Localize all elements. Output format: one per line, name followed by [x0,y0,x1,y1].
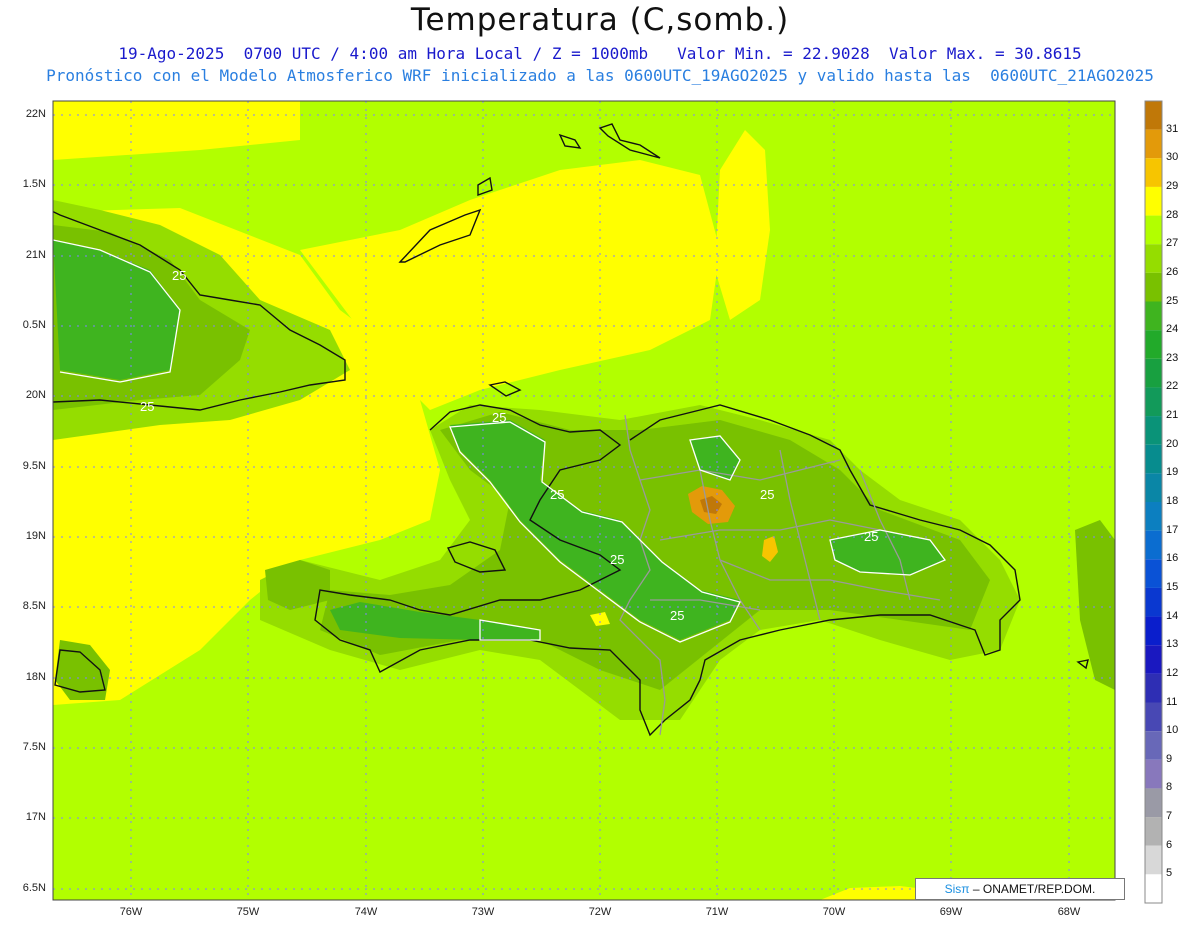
contour-label-1: 25 [172,268,186,283]
contour-label-5: 25 [760,487,774,502]
lat-label: 21N [25,249,46,261]
lat-label: 8.5N [22,600,46,612]
colorbar-label: 11 [1166,695,1178,708]
colorbar-swatch [1145,616,1162,646]
colorbar-swatch [1145,645,1162,674]
colorbar-label: 13 [1166,638,1179,651]
lon-label: 75W [236,906,260,918]
lon-label: 70W [822,906,846,918]
temperature-map: 25 25 25 25 25 25 25 25 [52,100,1163,904]
colorbar-label: 5 [1166,867,1173,880]
colorbar-swatch [1145,788,1162,818]
colorbar-label: 22 [1166,380,1179,393]
contour-label-8: 25 [670,608,684,623]
colorbar-swatch [1145,358,1162,388]
colorbar-swatch [1145,387,1162,417]
lat-label: 9.5N [22,460,46,472]
colorbar-swatch [1145,845,1162,875]
colorbar-label: 28 [1166,208,1179,221]
colorbar-label: 7 [1166,810,1173,823]
colorbar-swatch [1145,587,1162,617]
colorbar-swatch [1145,272,1162,302]
colorbar-swatch [1145,330,1162,359]
colorbar-label: 18 [1166,495,1179,507]
lon-label: 68W [1057,906,1081,918]
lat-label: 0.5N [22,319,46,331]
colorbar-label: 9 [1166,752,1173,765]
colorbar-swatch [1145,502,1162,531]
colorbar-label: 26 [1166,265,1179,278]
colorbar-label: 30 [1166,151,1179,164]
lon-label: 72W [588,906,612,918]
colorbar-swatch [1145,158,1162,187]
colorbar-label: 17 [1166,523,1179,536]
lat-label: 6.5N [22,882,46,894]
colorbar-swatch [1145,759,1162,789]
colorbar-swatch [1145,673,1162,703]
lon-label: 71W [705,906,729,918]
colorbar-label: 16 [1166,552,1179,565]
colorbar-label: 25 [1166,294,1179,307]
colorbar-label: 27 [1166,237,1179,250]
colorbar-label: 10 [1166,724,1179,737]
colorbar-swatch [1145,215,1162,245]
colorbar-label: 23 [1166,351,1179,364]
colorbar-label: 14 [1166,609,1179,622]
colorbar-swatch [1145,473,1162,502]
contour-label-2: 25 [140,399,154,414]
colorbar-swatch [1145,874,1162,903]
credit-text: – ONAMET/REP.DOM. [969,882,1096,896]
colorbar-label: 31 [1166,122,1179,135]
lat-label: 17N [25,811,46,823]
colorbar-swatch [1145,702,1162,732]
colorbar-label: 19 [1166,466,1179,479]
colorbar-swatch [1145,416,1162,445]
colorbar-swatch [1145,530,1162,560]
colorbar-swatch [1145,301,1162,331]
lon-label: 69W [939,906,963,918]
contour-label-6: 25 [610,552,624,567]
colorbar-label: 29 [1166,179,1179,192]
lat-label: 18N [25,671,46,683]
colorbar-swatch [1145,444,1162,474]
colorbar-label: 12 [1166,666,1179,679]
lon-label: 73W [471,906,495,918]
colorbar [1144,100,1163,904]
colorbar-swatch [1145,731,1162,760]
colorbar-swatch [1145,244,1162,273]
colorbar-swatch [1145,129,1162,159]
lon-label: 76W [119,906,143,918]
contour-label-7: 25 [864,529,878,544]
colorbar-label: 24 [1166,323,1179,336]
credit-brand: Sisπ [944,882,970,896]
credit-box: Sisπ – ONAMET/REP.DOM. [915,878,1125,900]
lat-label: 1.5N [22,178,46,190]
colorbar-label: 21 [1166,409,1179,422]
lat-label: 22N [25,108,46,120]
colorbar-label: 20 [1166,437,1179,450]
colorbar-swatch [1145,186,1162,216]
contour-label-3: 25 [492,410,506,425]
lat-label: 20N [25,389,46,401]
lat-label: 19N [25,530,46,542]
colorbar-swatch [1145,101,1162,130]
colorbar-label: 15 [1166,580,1179,593]
colorbar-label: 6 [1166,838,1173,851]
colorbar-label: 8 [1166,781,1173,794]
lat-label: 7.5N [22,741,46,753]
colorbar-swatch [1145,559,1162,588]
lon-label: 74W [354,906,378,918]
contour-label-4: 25 [550,487,564,502]
colorbar-swatch [1145,817,1162,846]
